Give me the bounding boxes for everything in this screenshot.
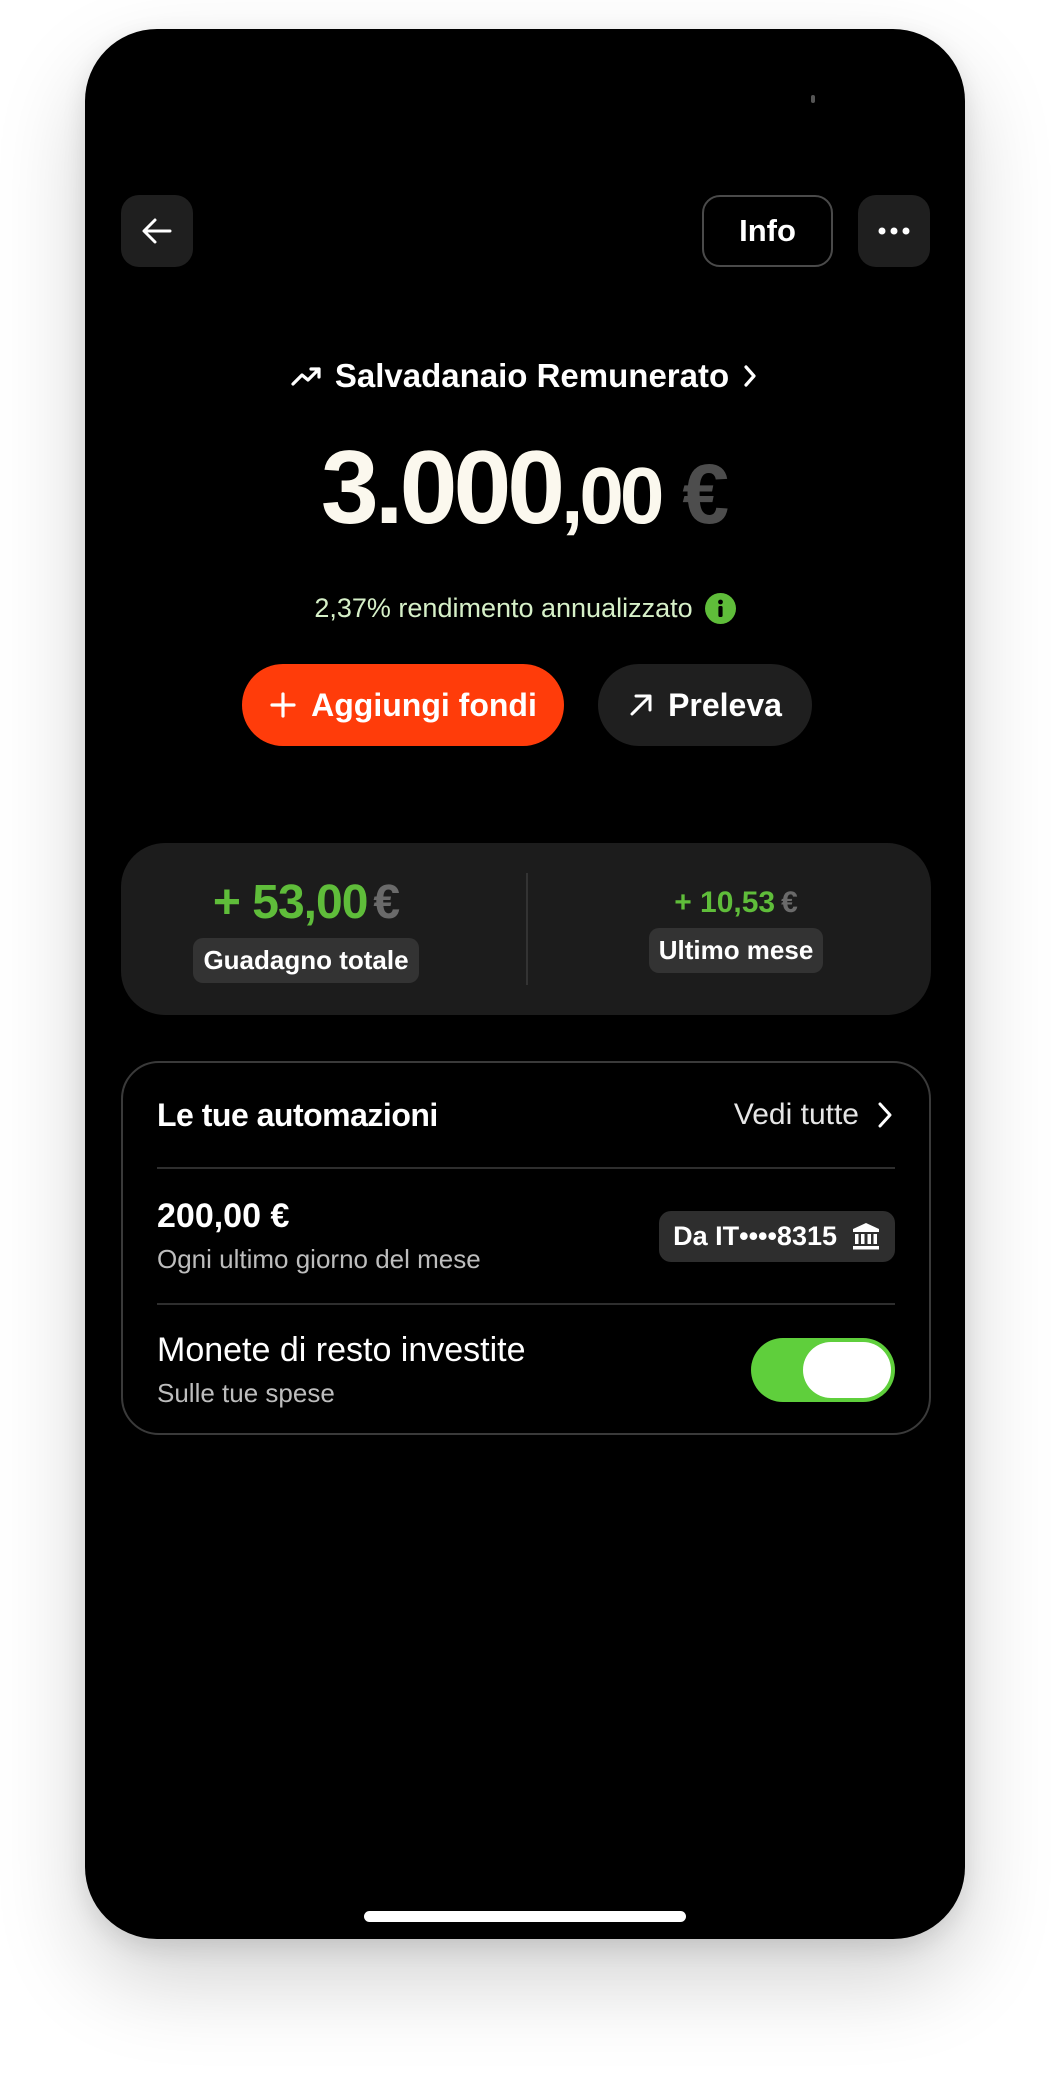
source-account-label: Da IT••••8315: [673, 1220, 837, 1251]
stats-divider: [526, 873, 528, 985]
trend-up-icon: [291, 367, 321, 386]
arrow-up-right-icon: [630, 694, 652, 716]
total-earnings-value: + 53,00 €: [212, 875, 400, 930]
product-name: Salvadanaio Remunerato: [334, 357, 730, 394]
source-account-chip: Da IT••••8315: [659, 1210, 895, 1262]
annual-rate: 2,37% rendimento annualizzato: [85, 586, 965, 630]
bank-icon: [853, 1223, 879, 1250]
automations-header: Le tue automazioni Vedi tutte: [157, 1063, 895, 1169]
info-button[interactable]: Info: [702, 195, 833, 267]
balance-currency: €: [682, 447, 730, 541]
total-earnings-amount: + 53,00: [212, 876, 368, 929]
ellipsis-icon: [878, 227, 910, 235]
annual-rate-text: 2,37% rendimento annualizzato: [314, 592, 693, 623]
camera-dot: [811, 95, 815, 103]
last-month-value: + 10,53 €: [674, 886, 798, 920]
last-month-earnings: + 10,53 € Ultimo mese: [541, 843, 931, 1015]
withdraw-label: Preleva: [668, 686, 782, 723]
balance-integer: 3.000: [320, 430, 565, 546]
add-funds-button[interactable]: Aggiungi fondi: [242, 664, 564, 746]
chevron-right-icon: [878, 1102, 892, 1128]
last-month-currency: €: [781, 885, 798, 919]
see-all-label: Vedi tutte: [733, 1098, 859, 1131]
arrow-left-icon: [142, 218, 172, 244]
automations-card: Le tue automazioni Vedi tutte 200,00 € O…: [121, 1061, 931, 1435]
earnings-card: + 53,00 € Guadagno totale + 10,53 € Ulti…: [121, 843, 931, 1015]
round-up-title: Monete di resto investite: [157, 1331, 526, 1369]
round-up-toggle[interactable]: [751, 1338, 895, 1402]
product-selector[interactable]: Salvadanaio Remunerato: [85, 351, 965, 401]
plus-icon: [270, 692, 296, 718]
round-up-subtitle: Sulle tue spese: [157, 1378, 335, 1408]
chevron-right-icon: [744, 365, 756, 387]
total-earnings-label: Guadagno totale: [193, 938, 419, 983]
automation-recurring-deposit[interactable]: 200,00 € Ogni ultimo giorno del mese Da …: [157, 1169, 895, 1305]
round-up-text: Monete di resto investite Sulle tue spes…: [157, 1331, 526, 1409]
recurring-deposit-text: 200,00 € Ogni ultimo giorno del mese: [157, 1197, 481, 1275]
withdraw-button[interactable]: Preleva: [598, 664, 812, 746]
balance-decimals: ,00: [561, 451, 664, 540]
phone-screen: Info Salvadanaio Remunerato 3.000 ,00 € …: [85, 29, 965, 1939]
more-options-button[interactable]: [858, 195, 930, 267]
automations-title: Le tue automazioni: [157, 1096, 438, 1133]
balance-amount: 3.000 ,00 €: [85, 429, 965, 549]
automation-round-up: Monete di resto investite Sulle tue spes…: [157, 1303, 895, 1437]
toggle-knob: [803, 1342, 891, 1398]
recurring-deposit-schedule: Ogni ultimo giorno del mese: [157, 1244, 481, 1274]
total-earnings-currency: €: [373, 876, 400, 929]
recurring-deposit-amount: 200,00 €: [157, 1197, 290, 1235]
info-icon[interactable]: [704, 592, 736, 624]
home-indicator[interactable]: [364, 1911, 686, 1922]
total-earnings: + 53,00 € Guadagno totale: [121, 843, 491, 1015]
last-month-label: Ultimo mese: [648, 927, 824, 973]
last-month-amount: + 10,53: [674, 885, 776, 919]
see-all-link[interactable]: Vedi tutte: [734, 1098, 895, 1132]
back-button[interactable]: [121, 195, 193, 267]
add-funds-label: Aggiungi fondi: [311, 686, 537, 723]
